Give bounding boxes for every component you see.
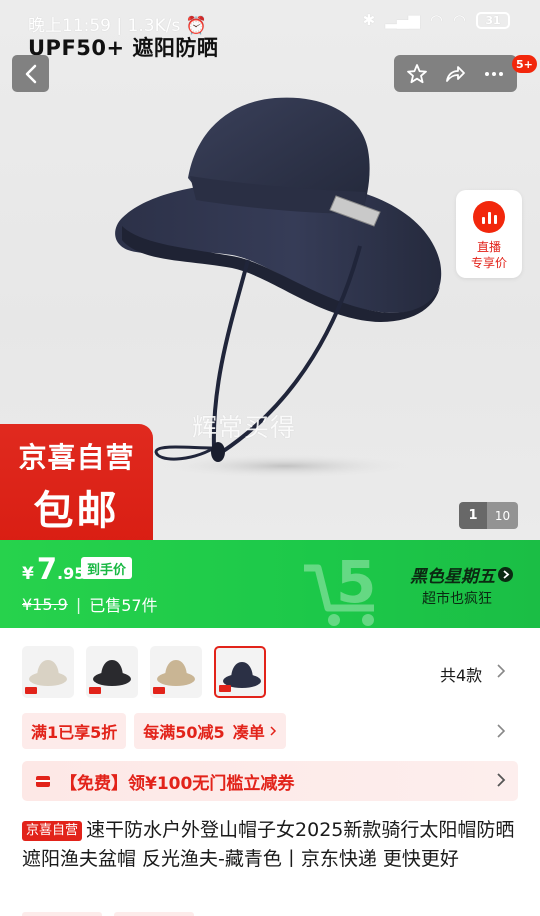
product-image-gallery[interactable]: 晚上11:59 | 1.3K/s ⏰ ✱ ▂▄▆ ◠ ◠ 31 UPF50+ 遮…	[0, 0, 540, 540]
original-price: ¥15.9	[22, 594, 68, 614]
variant-thumb[interactable]	[150, 646, 202, 698]
badge-line1: 京喜自营	[18, 441, 135, 474]
final-price: ¥7.95	[22, 552, 85, 586]
variant-thumb[interactable]	[22, 646, 74, 698]
price-banner: ¥7.95 到手价 ¥15.9 | 已售57件 5 黑色星期五 超市也疯狂	[0, 540, 540, 628]
live-label-line2: 专享价	[470, 256, 507, 270]
image-watermark: 辉常买得	[192, 413, 297, 442]
chevron-right-icon	[270, 726, 276, 736]
svg-text:5: 5	[336, 548, 376, 616]
coupon-ticket-icon	[36, 775, 50, 787]
promo-subtitle: 超市也疯狂	[422, 591, 492, 607]
live-icon	[473, 201, 505, 233]
cellular-signal-icon: ▂▄▆	[385, 11, 420, 29]
chevron-right-icon	[497, 773, 506, 787]
coupon-discount-tag[interactable]: 满1已享5折	[22, 713, 127, 749]
live-label: 直播 专享价	[471, 239, 507, 271]
share-button[interactable]	[438, 57, 472, 91]
price-integer: 7	[36, 552, 58, 586]
bottom-tag-row	[22, 912, 194, 916]
store-title: UPF50+ 遮阳防晒	[28, 36, 219, 60]
coupon-full-reduction-tag[interactable]: 每满50减5 凑单	[134, 713, 286, 749]
badge-line2: 包邮	[33, 488, 120, 534]
chevron-right-icon	[498, 567, 513, 582]
free-coupon-text: 【免费】领¥100无门槛立减券	[60, 773, 295, 794]
variant-thumb[interactable]	[214, 646, 266, 698]
sold-count: 已售57件	[89, 596, 158, 615]
wifi-icon: ◠	[429, 11, 443, 29]
live-price-button[interactable]: 直播 专享价	[456, 190, 522, 278]
battery-icon: 31	[476, 11, 510, 29]
page-current: 1	[459, 502, 487, 529]
header-actions	[394, 55, 517, 92]
promo-title-text: 黑色星期五	[410, 567, 495, 587]
final-price-tag: 到手价	[81, 557, 133, 579]
notification-badge: 5+	[512, 55, 537, 73]
chevron-right-icon[interactable]	[496, 723, 506, 739]
self-operated-tag: 京喜自营	[22, 821, 83, 841]
share-icon	[446, 65, 466, 82]
more-icon	[484, 71, 503, 76]
page-total: 10	[487, 502, 518, 529]
favorite-button[interactable]	[400, 57, 434, 91]
variant-count: 共4款	[440, 666, 483, 685]
jd-self-operated-badge: 京喜自营 包邮	[0, 424, 153, 540]
wifi-secondary-icon: ◠	[452, 11, 466, 29]
price-sub-info: ¥15.9 | 已售57件	[22, 592, 158, 616]
more-button[interactable]	[477, 57, 511, 91]
product-title-text: 速干防水户外登山帽子女2025新款骑行太阳帽防晒遮阳渔夫盆帽 反光渔夫-藏青色丨…	[22, 819, 515, 870]
image-page-indicator: 1 10	[459, 502, 518, 529]
live-label-line1: 直播	[476, 240, 501, 254]
variant-thumb[interactable]	[86, 646, 138, 698]
back-button[interactable]	[12, 55, 49, 92]
coupon-addon-text: 凑单	[232, 723, 265, 742]
variant-selector[interactable]: 共4款	[0, 628, 540, 708]
bluetooth-icon: ✱	[362, 11, 376, 29]
black-friday-button[interactable]: 黑色星期五	[410, 562, 513, 587]
battery-level: 31	[485, 13, 501, 27]
currency-symbol: ¥	[22, 564, 34, 584]
coupon-tags[interactable]: 满1已享5折 每满50减5 凑单	[22, 713, 286, 749]
free-coupon-banner[interactable]: 【免费】领¥100无门槛立减券	[22, 761, 518, 801]
status-icons: ✱ ▂▄▆ ◠ ◠ 31	[363, 11, 510, 29]
chevron-right-icon	[497, 664, 506, 678]
coupon-reduction-text: 每满50减5	[143, 723, 225, 742]
coupon-discount-text: 满1已享5折	[31, 723, 118, 742]
star-icon	[407, 63, 428, 83]
product-title: 京喜自营 速干防水户外登山帽子女2025新款骑行太阳帽防晒遮阳渔夫盆帽 反光渔夫-…	[22, 816, 518, 874]
back-icon	[25, 64, 36, 83]
cart-five-decoration-icon: 5	[304, 548, 376, 626]
